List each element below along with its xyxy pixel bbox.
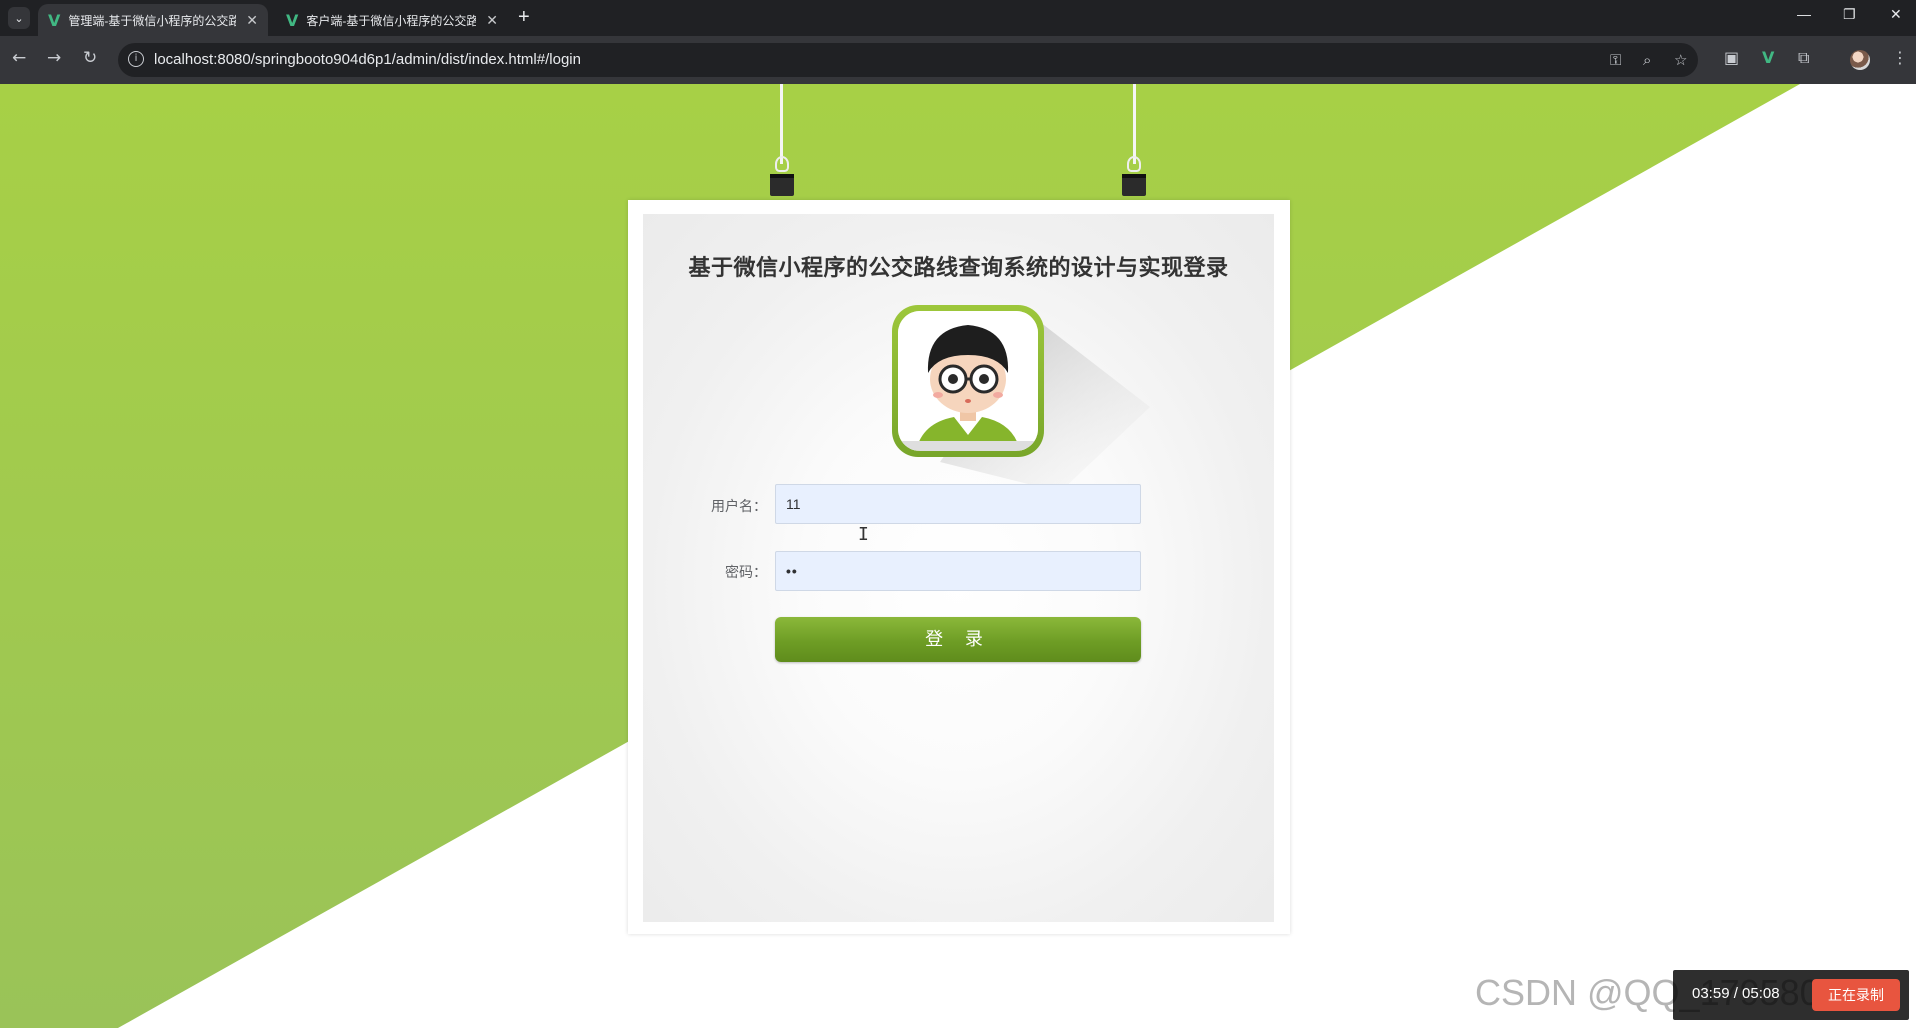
browser-menu-icon[interactable]: ⋮	[1892, 48, 1908, 67]
tab-title: 客户端-基于微信小程序的公交路线查询系统的设计与实现	[306, 13, 477, 28]
new-tab-plus-icon[interactable]: +	[518, 6, 530, 29]
browser-toolbar: ← → ↻ i localhost:8080/springbooto904d6p…	[0, 36, 1916, 84]
profile-avatar[interactable]	[1850, 50, 1870, 70]
recorder-badge[interactable]: 正在录制	[1812, 979, 1900, 1011]
hanging-string	[780, 84, 783, 164]
close-window-icon[interactable]: ✕	[1890, 6, 1902, 23]
vue-logo-icon: V	[48, 10, 61, 30]
hanging-string	[1133, 84, 1136, 164]
forward-arrow-icon[interactable]: →	[47, 48, 61, 68]
close-tab-icon[interactable]: ✕	[246, 12, 258, 29]
reload-icon[interactable]: ↻	[83, 48, 97, 68]
site-info-icon[interactable]: i	[128, 51, 144, 67]
login-button[interactable]: 登 录	[775, 617, 1141, 662]
user-avatar-logo	[892, 305, 1044, 457]
reading-mode-icon[interactable]: ▣	[1724, 48, 1739, 67]
page-title: 基于微信小程序的公交路线查询系统的设计与实现登录	[688, 256, 1229, 281]
username-input[interactable]: 11	[775, 484, 1141, 524]
password-input[interactable]: ••	[775, 551, 1141, 591]
extensions-puzzle-icon[interactable]: ⧉	[1798, 48, 1809, 68]
vue-logo-icon: V	[286, 10, 299, 30]
browser-tab-client[interactable]: V 客户端-基于微信小程序的公交路线查询系统的设计与实现 ✕	[276, 4, 508, 36]
browser-tab-admin[interactable]: V 管理端-基于微信小程序的公交路线查询系统的设计与实现 ✕	[38, 4, 268, 36]
avatar-face	[898, 311, 1038, 451]
minimize-window-icon[interactable]: —	[1797, 6, 1811, 22]
url-text: localhost:8080/springbooto904d6p1/admin/…	[154, 51, 581, 68]
tab-title: 管理端-基于微信小程序的公交路线查询系统的设计与实现	[68, 13, 237, 28]
address-bar[interactable]: i localhost:8080/springbooto904d6p1/admi…	[118, 43, 1698, 77]
bookmark-star-icon[interactable]: ☆	[1674, 51, 1687, 69]
cartoon-boy-icon	[898, 311, 1038, 451]
close-tab-icon[interactable]: ✕	[486, 12, 498, 29]
tab-search-chevron-icon[interactable]: ⌄	[8, 7, 30, 29]
password-label: 密码：	[725, 565, 767, 581]
browser-tab-bar: ⌄ V 管理端-基于微信小程序的公交路线查询系统的设计与实现 ✕ V 客户端-基…	[0, 0, 1916, 36]
username-label: 用户名：	[711, 499, 767, 515]
vue-devtools-icon[interactable]: V	[1762, 48, 1774, 67]
recorder-time: 03:59 / 05:08	[1692, 985, 1780, 1002]
text-cursor-icon: I	[858, 524, 869, 545]
restore-window-icon[interactable]: ❐	[1843, 6, 1856, 23]
back-arrow-icon[interactable]: ←	[12, 48, 26, 68]
zoom-magnifier-icon[interactable]: ⌕	[1643, 51, 1651, 69]
password-key-icon[interactable]: ⚿	[1610, 51, 1621, 69]
